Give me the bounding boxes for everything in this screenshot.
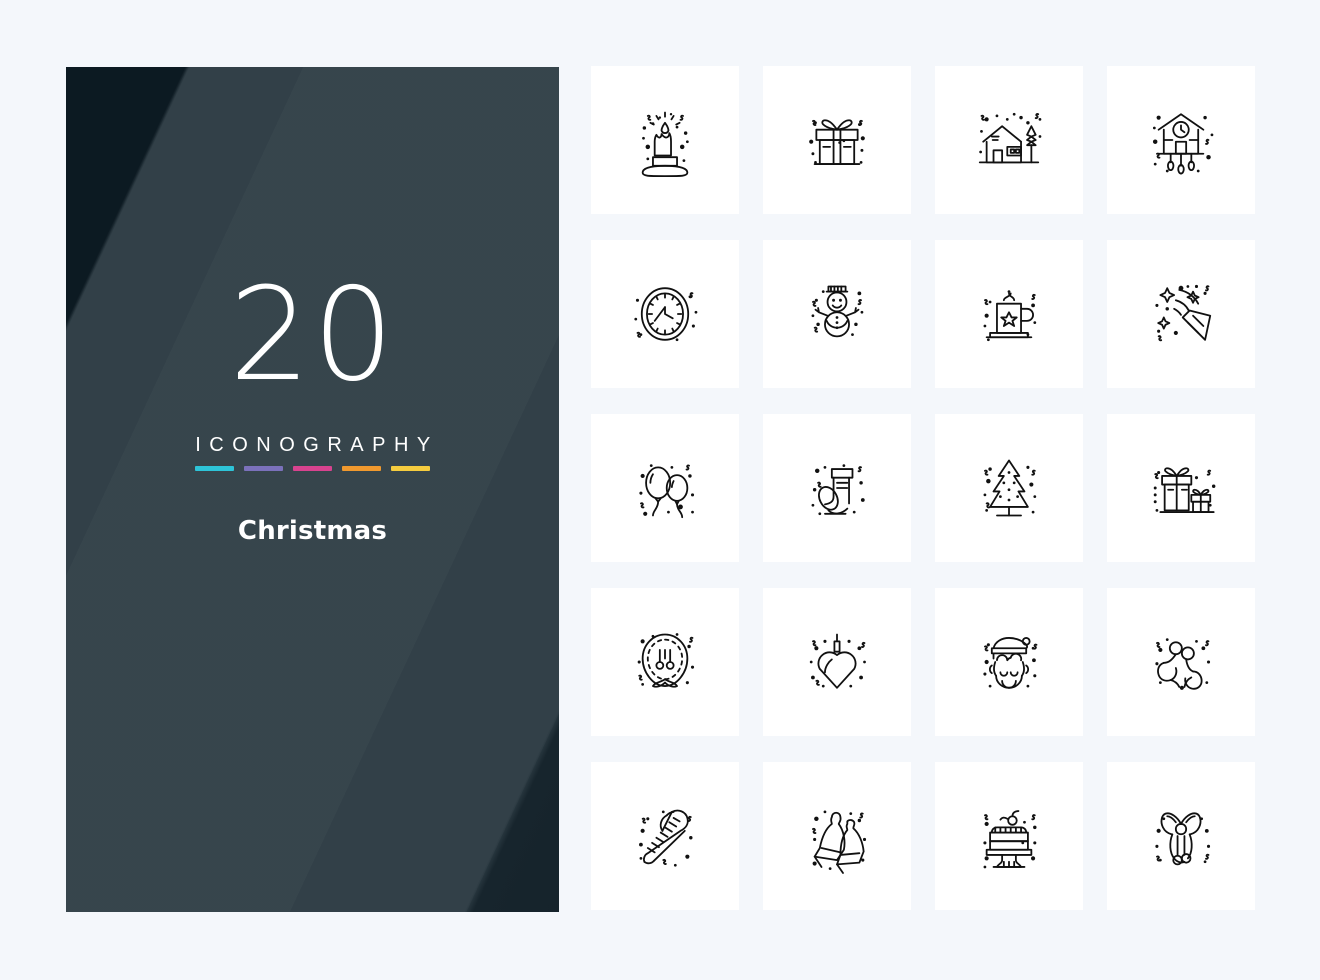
- gifts-icon: [1153, 467, 1216, 513]
- icon-tile-bells[interactable]: [763, 762, 911, 910]
- stocking-icon: [811, 464, 865, 516]
- christmas-tree-icon: [983, 459, 1037, 517]
- christmas-cake-icon: [983, 810, 1037, 869]
- icon-tile-wall-clock[interactable]: [591, 240, 739, 388]
- gift-box-icon: [809, 119, 865, 165]
- ribbon-bow-icon: [1155, 812, 1211, 866]
- icon-tile-christmas-cake[interactable]: [935, 762, 1083, 910]
- icon-tile-snowman[interactable]: [763, 240, 911, 388]
- mistletoe-icon: [1155, 638, 1211, 690]
- icon-tile-santa-claus[interactable]: [935, 588, 1083, 736]
- icon-tile-candle[interactable]: [591, 66, 739, 214]
- icon-tile-christmas-tree[interactable]: [935, 414, 1083, 562]
- santa-claus-icon: [983, 637, 1038, 689]
- icon-grid: [591, 66, 1256, 910]
- candy-cane-icon: [639, 809, 693, 867]
- cuckoo-clock-icon: [1152, 113, 1214, 175]
- icon-tile-cuckoo-clock[interactable]: [1107, 66, 1255, 214]
- winter-house-icon: [978, 112, 1042, 164]
- candle-icon: [641, 111, 689, 178]
- cover-panel: 20 ICONOGRAPHY Christmas: [66, 67, 559, 912]
- accent-bar-cyan: [195, 466, 234, 471]
- icon-tile-stocking[interactable]: [763, 414, 911, 562]
- icon-tile-balloons[interactable]: [591, 414, 739, 562]
- cover-subtitle: ICONOGRAPHY: [195, 434, 439, 456]
- icon-tile-ribbon-bow[interactable]: [1107, 762, 1255, 910]
- icon-tile-hot-drink-mug[interactable]: [935, 240, 1083, 388]
- balloons-icon: [639, 464, 695, 519]
- accent-bar-pink: [293, 466, 332, 471]
- accent-bar-yellow: [391, 466, 430, 471]
- bells-icon: [812, 810, 867, 874]
- hot-drink-mug-icon: [983, 290, 1037, 342]
- accent-bar-purple: [244, 466, 283, 471]
- icon-tile-winter-house[interactable]: [935, 66, 1083, 214]
- icon-count: 20: [229, 261, 396, 410]
- icon-tile-wreath[interactable]: [591, 588, 739, 736]
- icon-tile-gifts[interactable]: [1107, 414, 1255, 562]
- accent-bar-orange: [342, 466, 381, 471]
- wall-clock-icon: [634, 287, 698, 342]
- party-popper-icon: [1155, 284, 1212, 342]
- icon-tile-candy-cane[interactable]: [591, 762, 739, 910]
- icon-tile-party-popper[interactable]: [1107, 240, 1255, 388]
- snowman-icon: [811, 285, 864, 338]
- icon-tile-gift-box[interactable]: [763, 66, 911, 214]
- cover-content: 20 ICONOGRAPHY Christmas: [66, 67, 559, 912]
- heart-ornament-icon: [809, 633, 866, 689]
- poster-canvas: 20 ICONOGRAPHY Christmas: [0, 0, 1320, 980]
- accent-bar-group: [195, 466, 430, 471]
- icon-tile-mistletoe[interactable]: [1107, 588, 1255, 736]
- wreath-icon: [637, 633, 695, 688]
- cover-title: Christmas: [237, 516, 388, 546]
- icon-tile-heart-ornament[interactable]: [763, 588, 911, 736]
